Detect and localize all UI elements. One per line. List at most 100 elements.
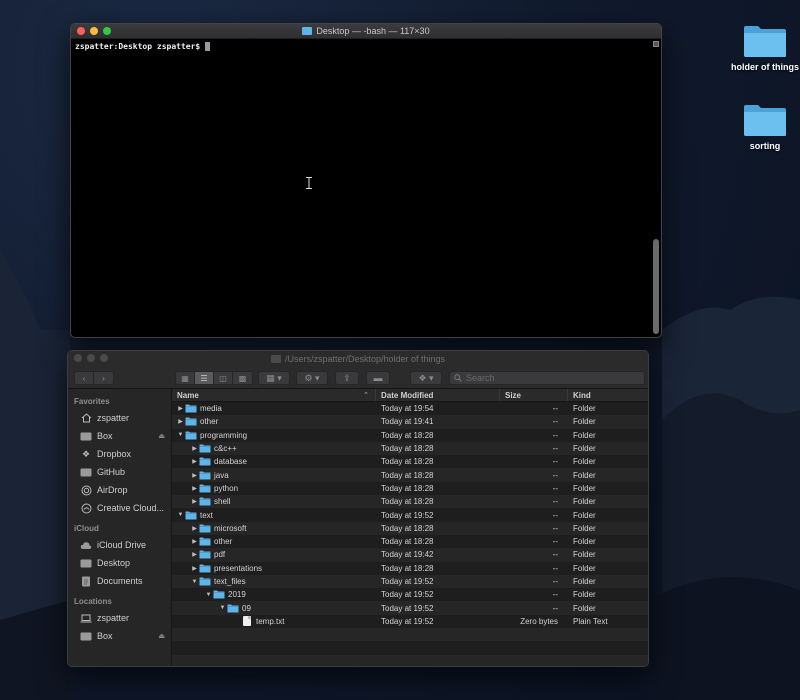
cell-kind: Plain Text [573,616,608,626]
scrollbar-thumb[interactable] [653,239,659,334]
action-gear-button[interactable]: ⚙ ▾ [296,371,328,385]
gallery-view-button[interactable]: ▩ [233,372,252,384]
sidebar-item-creative-cloud[interactable]: Creative Cloud... [68,499,171,517]
sidebar-item-dropbox[interactable]: ❖ Dropbox [68,445,171,463]
eject-icon[interactable]: ⏏ [158,632,165,640]
column-header-date[interactable]: Date Modified [376,389,500,401]
sidebar-item-label: zspatter [97,413,130,423]
table-row[interactable]: ▶ python Today at 18:28 -- Folder [172,482,648,495]
disclosure-open-icon[interactable]: ▼ [204,592,213,598]
disclosure-closed-icon[interactable]: ▶ [176,405,185,412]
column-header-kind[interactable]: Kind [568,389,648,401]
minimize-button[interactable] [87,354,95,362]
zoom-button[interactable] [103,27,111,35]
table-row[interactable]: ▼ 09 Today at 19:52 -- Folder [172,601,648,615]
sidebar-item-icloud-drive[interactable]: iCloud Drive [68,536,171,554]
search-input[interactable] [466,373,636,383]
sidebar-item-label: Box [97,431,113,441]
column-header-name[interactable]: Name ⌃ [172,389,376,401]
cell-date: Today at 19:52 [381,510,434,520]
table-row[interactable]: ▼ text Today at 19:52 -- Folder [172,508,648,521]
scrollbar-top-button[interactable] [653,41,659,47]
disclosure-open-icon[interactable]: ▼ [218,605,227,611]
table-row[interactable]: ▼ 2019 Today at 19:52 -- Folder [172,588,648,601]
table-row[interactable]: ▼ programming Today at 18:28 -- Folder [172,429,648,442]
table-row[interactable]: ▶ c&c++ Today at 18:28 -- Folder [172,441,648,456]
close-button[interactable] [74,354,82,362]
search-field[interactable] [449,371,645,385]
cell-kind: Folder [573,483,596,493]
sidebar-item-box-location[interactable]: Box ⏏ [68,627,171,645]
file-name: pdf [214,550,226,560]
table-row[interactable]: ▶ microsoft Today at 18:28 -- Folder [172,521,648,535]
file-name: microsoft [214,523,247,533]
disclosure-closed-icon[interactable]: ▶ [190,551,199,558]
column-view-button[interactable]: ◫ [214,372,233,384]
cell-kind: Folder [573,590,596,600]
desktop-folder-holder-of-things[interactable]: holder of things [725,24,800,72]
table-row[interactable]: ▶ other Today at 19:41 -- Folder [172,415,648,429]
eject-icon[interactable]: ⏏ [158,432,165,440]
cell-size: -- [552,470,558,480]
finder-toolbar: ‹ › ▦ ☰ ◫ ▩ ▦ ▾ ⚙ ▾ ⇪ ▬ ❖ ▾ [68,367,648,389]
disclosure-open-icon[interactable]: ▼ [176,432,185,438]
sidebar-item-computer[interactable]: zspatter [68,609,171,627]
disclosure-closed-icon[interactable]: ▶ [190,538,199,545]
sidebar-item-airdrop[interactable]: AirDrop [68,481,171,499]
table-row[interactable]: ▶ other Today at 18:28 -- Folder [172,535,648,548]
disclosure-closed-icon[interactable]: ▶ [190,565,199,572]
icon-view-button[interactable]: ▦ [176,372,195,384]
table-row[interactable]: temp.txt Today at 19:52 Zero bytes Plain Te… [172,615,648,628]
disclosure-closed-icon[interactable]: ▶ [176,418,185,425]
file-name: python [214,483,239,493]
terminal-titlebar[interactable]: Desktop — -bash — 117×30 [71,24,661,39]
disclosure-closed-icon[interactable]: ▶ [190,498,199,505]
table-row[interactable]: ▶ pdf Today at 19:42 -- Folder [172,548,648,562]
finder-sidebar: Favorites zspatter Box ⏏ ❖ Dropbox GitHu… [68,389,172,666]
zoom-button[interactable] [100,354,108,362]
back-button[interactable]: ‹ [75,372,94,384]
cell-name: temp.txt [172,615,376,628]
table-row[interactable]: ▶ database Today at 18:28 -- Folder [172,455,648,468]
sidebar-item-home[interactable]: zspatter [68,409,171,427]
file-name: java [214,470,229,480]
ibeam-cursor-icon [306,177,312,189]
tags-button[interactable]: ▬ [366,371,390,385]
folder-icon [185,417,197,426]
sidebar-item-desktop[interactable]: Desktop [68,554,171,572]
table-row[interactable]: ▶ presentations Today at 18:28 -- Folder [172,562,648,575]
disclosure-open-icon[interactable]: ▼ [190,579,199,585]
table-row[interactable]: ▶ java Today at 18:28 -- Folder [172,468,648,482]
sidebar-item-documents[interactable]: Documents [68,572,171,590]
desktop-folder-sorting[interactable]: sorting [725,103,800,151]
finder-titlebar[interactable]: /Users/zspatter/Desktop/holder of things [68,351,648,367]
list-view-button[interactable]: ☰ [195,372,214,384]
sidebar-item-box[interactable]: Box ⏏ [68,427,171,445]
disclosure-closed-icon[interactable]: ▶ [190,485,199,492]
column-header-size[interactable]: Size [500,389,568,401]
terminal-window[interactable]: Desktop — -bash — 117×30 zspatter:Deskto… [70,23,662,338]
window-title: /Users/zspatter/Desktop/holder of things [270,354,445,364]
terminal-scrollbar[interactable] [653,41,659,336]
finder-window[interactable]: /Users/zspatter/Desktop/holder of things… [67,350,649,667]
sidebar-item-label: GitHub [97,467,126,477]
table-row[interactable]: ▶ shell Today at 18:28 -- Folder [172,495,648,509]
disclosure-closed-icon[interactable]: ▶ [190,525,199,532]
forward-button[interactable]: › [94,372,113,384]
group-button[interactable]: ▦ ▾ [258,371,290,385]
table-row[interactable]: ▼ text_files Today at 19:52 -- Folder [172,574,648,589]
search-icon [454,374,462,382]
disclosure-closed-icon[interactable]: ▶ [190,458,199,465]
table-row[interactable]: ▶ media Today at 19:54 -- Folder [172,402,648,415]
disclosure-open-icon[interactable]: ▼ [176,512,185,518]
minimize-button[interactable] [90,27,98,35]
disclosure-closed-icon[interactable]: ▶ [190,445,199,452]
terminal-content[interactable]: zspatter:Desktop zspatter$ [71,39,661,337]
disclosure-closed-icon[interactable]: ▶ [190,472,199,479]
close-button[interactable] [77,27,85,35]
sidebar-item-label: AirDrop [97,485,128,495]
cell-name: ▼ text [172,508,376,521]
sidebar-item-github[interactable]: GitHub [68,463,171,481]
dropbox-button[interactable]: ❖ ▾ [410,371,442,385]
share-button[interactable]: ⇪ [335,371,359,385]
